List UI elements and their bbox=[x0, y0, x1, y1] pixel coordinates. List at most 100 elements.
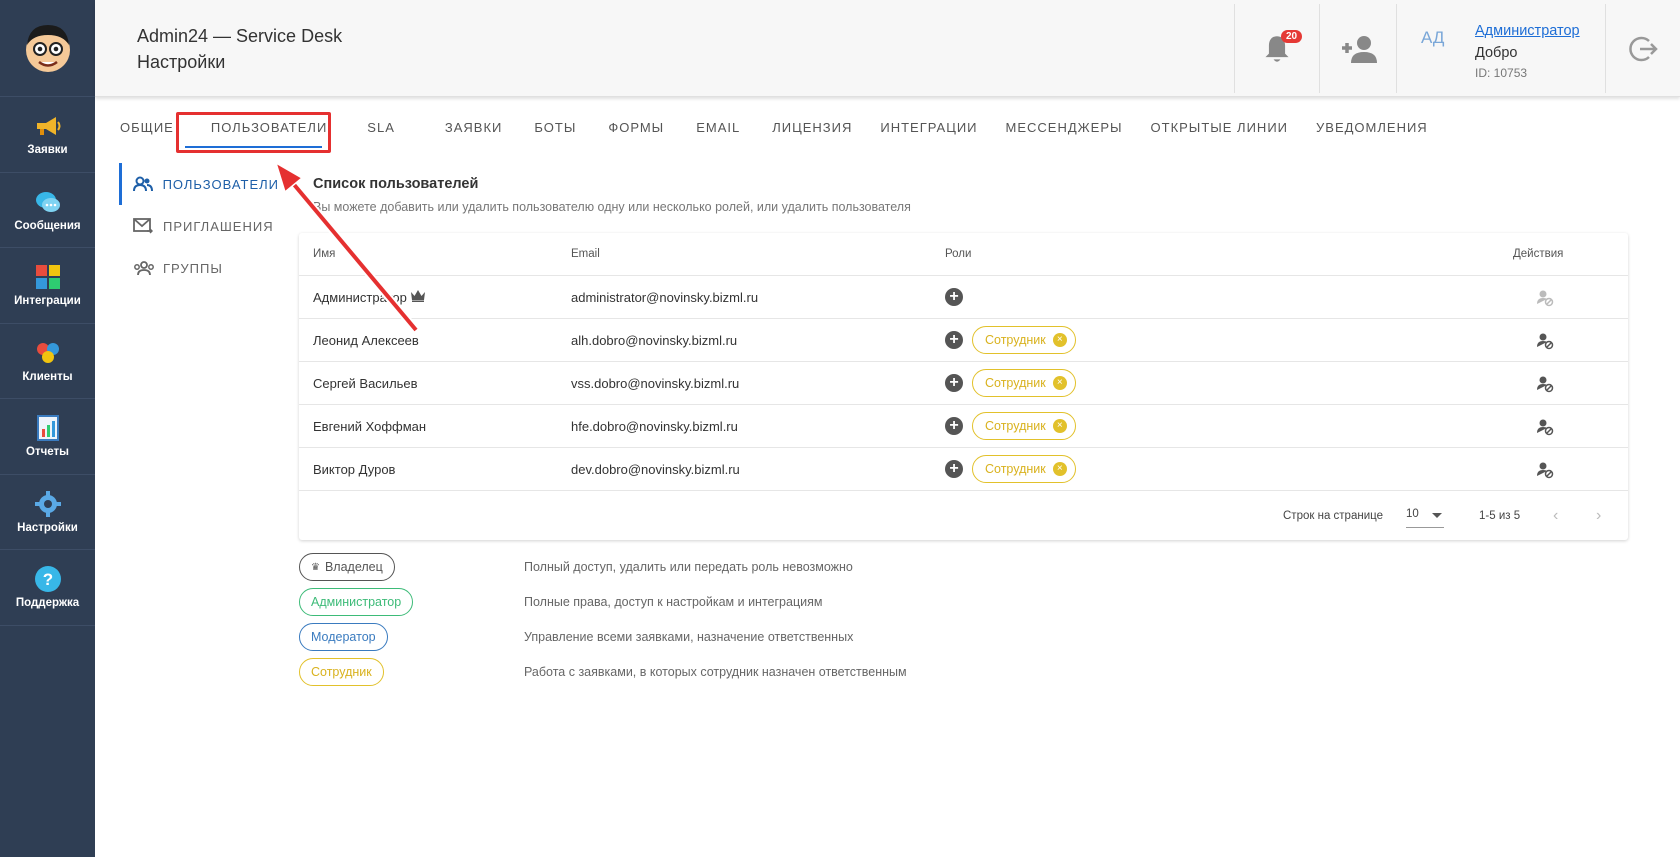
remove-user-icon[interactable] bbox=[1536, 461, 1554, 482]
column-header-actions: Действия bbox=[1513, 248, 1564, 260]
subnav-item-users[interactable]: ПОЛЬЗОВАТЕЛИ bbox=[119, 163, 279, 205]
add-role-button[interactable]: + bbox=[945, 417, 963, 435]
help-icon: ? bbox=[33, 565, 63, 593]
app-logo[interactable] bbox=[0, 0, 95, 97]
user-name: Администратор bbox=[313, 290, 407, 305]
user-email: vss.dobro@novinsky.bizml.ru bbox=[571, 376, 740, 391]
table-row: Администратор administrator@novinsky.biz… bbox=[299, 276, 1628, 319]
sidebar-item-label: Заявки bbox=[27, 144, 68, 157]
user-profile[interactable]: АД Администратор Добро ID: 10753 bbox=[1396, 4, 1606, 93]
role-chip: Сотрудник × bbox=[972, 412, 1076, 440]
tab-forms[interactable]: ФОРМЫ bbox=[608, 113, 678, 149]
legend-row: Администратор Полные права, доступ к нас… bbox=[299, 588, 999, 616]
rows-per-page-select[interactable]: 10 bbox=[1406, 508, 1444, 528]
section-title: Список пользователей bbox=[313, 176, 479, 192]
legend-row: ♛ Владелец Полный доступ, удалить или пер… bbox=[299, 553, 999, 581]
tab-open-lines[interactable]: ОТКРЫТЫЕ ЛИНИИ bbox=[1151, 113, 1303, 149]
role-chip-label: Сотрудник bbox=[985, 462, 1046, 476]
remove-user-icon[interactable] bbox=[1536, 289, 1554, 310]
remove-role-icon[interactable]: × bbox=[1052, 376, 1067, 390]
add-user-button[interactable] bbox=[1319, 4, 1396, 93]
table-row: Леонид Алексеев alh.dobro@novinsky.bizml… bbox=[299, 319, 1628, 362]
role-chip-moderator: Модератор bbox=[299, 623, 388, 651]
users-icon bbox=[133, 176, 155, 192]
table-row: Евгений Хоффман hfe.dobro@novinsky.bizml… bbox=[299, 405, 1628, 448]
legend-description: Полный доступ, удалить или передать роль… bbox=[524, 560, 853, 574]
role-chip-label: Сотрудник bbox=[985, 333, 1046, 347]
sidebar-item-integrations[interactable]: Интеграции bbox=[0, 248, 95, 324]
user-email: administrator@novinsky.bizml.ru bbox=[571, 290, 759, 305]
add-user-icon bbox=[1342, 35, 1377, 63]
sidebar-item-clients[interactable]: Клиенты bbox=[0, 324, 95, 399]
table-header: Имя Email Роли Действия bbox=[299, 233, 1628, 276]
column-header-email[interactable]: Email bbox=[571, 248, 600, 260]
tab-notifications[interactable]: УВЕДОМЛЕНИЯ bbox=[1316, 113, 1442, 149]
remove-user-icon[interactable] bbox=[1536, 418, 1554, 439]
legend-description: Полные права, доступ к настройкам и инте… bbox=[524, 595, 823, 609]
crown-icon bbox=[410, 289, 426, 305]
tab-tickets[interactable]: ЗАЯВКИ bbox=[445, 113, 517, 149]
top-header: Admin24 — Service Desk Настройки 20 АД А… bbox=[95, 0, 1680, 97]
tab-bots[interactable]: БОТЫ bbox=[534, 113, 590, 149]
groups-icon bbox=[133, 260, 155, 276]
role-chip: Сотрудник × bbox=[972, 455, 1076, 483]
user-name: Сергей Васильев bbox=[313, 376, 418, 391]
logout-button[interactable] bbox=[1605, 4, 1680, 93]
legend-description: Управление всеми заявками, назначение от… bbox=[524, 630, 854, 644]
user-email: hfe.dobro@novinsky.bizml.ru bbox=[571, 419, 738, 434]
remove-role-icon[interactable]: × bbox=[1052, 333, 1067, 347]
sidebar: Заявки Сообщения Интеграции Клиенты Отче… bbox=[0, 0, 95, 857]
tab-email[interactable]: EMAIL bbox=[696, 113, 754, 149]
remove-user-icon[interactable] bbox=[1536, 332, 1554, 353]
remove-user-icon[interactable] bbox=[1536, 375, 1554, 396]
remove-role-icon[interactable]: × bbox=[1052, 419, 1067, 433]
add-role-button[interactable]: + bbox=[945, 460, 963, 478]
megaphone-icon bbox=[33, 112, 63, 140]
next-page-icon[interactable]: › bbox=[1596, 507, 1601, 525]
subnav-item-invitations[interactable]: ПРИГЛАШЕНИЯ bbox=[119, 205, 279, 247]
user-email: alh.dobro@novinsky.bizml.ru bbox=[571, 333, 738, 348]
avatar-logo-icon bbox=[25, 25, 70, 72]
sidebar-item-settings[interactable]: Настройки bbox=[0, 475, 95, 550]
user-name: Евгений Хоффман bbox=[313, 419, 427, 434]
table-row: Виктор Дуров dev.dobro@novinsky.bizml.ru… bbox=[299, 448, 1628, 491]
role-chip-employee: Сотрудник bbox=[299, 658, 384, 686]
sidebar-item-messages[interactable]: Сообщения bbox=[0, 173, 95, 248]
table-pagination: Строк на странице 10 1-5 из 5 ‹ › bbox=[299, 491, 1628, 540]
column-header-name[interactable]: Имя bbox=[313, 248, 335, 260]
tab-messengers[interactable]: МЕССЕНДЖЕРЫ bbox=[1006, 113, 1137, 149]
tab-license[interactable]: ЛИЦЕНЗИЯ bbox=[772, 113, 866, 149]
rows-per-page-value: 10 bbox=[1406, 508, 1419, 520]
prev-page-icon[interactable]: ‹ bbox=[1553, 507, 1558, 525]
tab-sla[interactable]: SLA bbox=[367, 113, 409, 149]
column-header-roles[interactable]: Роли bbox=[945, 248, 971, 260]
legend-role-label: Сотрудник bbox=[311, 665, 372, 679]
puzzle-icon bbox=[33, 263, 63, 291]
notifications-button[interactable]: 20 bbox=[1234, 4, 1319, 93]
subnav-item-groups[interactable]: ГРУППЫ bbox=[119, 247, 279, 289]
gear-icon bbox=[33, 490, 63, 518]
legend-description: Работа с заявками, в которых сотрудник н… bbox=[524, 665, 907, 679]
sidebar-item-label: Настройки bbox=[17, 521, 78, 534]
user-name-link[interactable]: Администратор bbox=[1475, 23, 1580, 39]
notifications-badge: 20 bbox=[1281, 30, 1303, 43]
tab-integrations[interactable]: ИНТЕГРАЦИИ bbox=[880, 113, 991, 149]
legend-row: Сотрудник Работа с заявками, в которых с… bbox=[299, 658, 999, 686]
remove-role-icon[interactable]: × bbox=[1052, 462, 1067, 476]
add-role-button[interactable]: + bbox=[945, 374, 963, 392]
sidebar-item-label: Сообщения bbox=[14, 219, 81, 232]
sidebar-item-label: Интеграции bbox=[14, 295, 81, 308]
legend-role-label: Владелец bbox=[324, 560, 383, 574]
clients-icon bbox=[33, 339, 63, 367]
logout-icon bbox=[1629, 36, 1658, 61]
chevron-down-icon bbox=[1432, 513, 1442, 518]
svg-text:?: ? bbox=[42, 570, 52, 589]
role-chip-owner: ♛ Владелец bbox=[299, 553, 395, 581]
sidebar-item-label: Отчеты bbox=[26, 446, 69, 459]
add-role-button[interactable]: + bbox=[945, 288, 963, 306]
sidebar-item-support[interactable]: ? Поддержка bbox=[0, 550, 95, 626]
add-role-button[interactable]: + bbox=[945, 331, 963, 349]
sidebar-item-tickets[interactable]: Заявки bbox=[0, 97, 95, 173]
sidebar-item-reports[interactable]: Отчеты bbox=[0, 399, 95, 475]
page-title: Настройки bbox=[137, 52, 226, 72]
